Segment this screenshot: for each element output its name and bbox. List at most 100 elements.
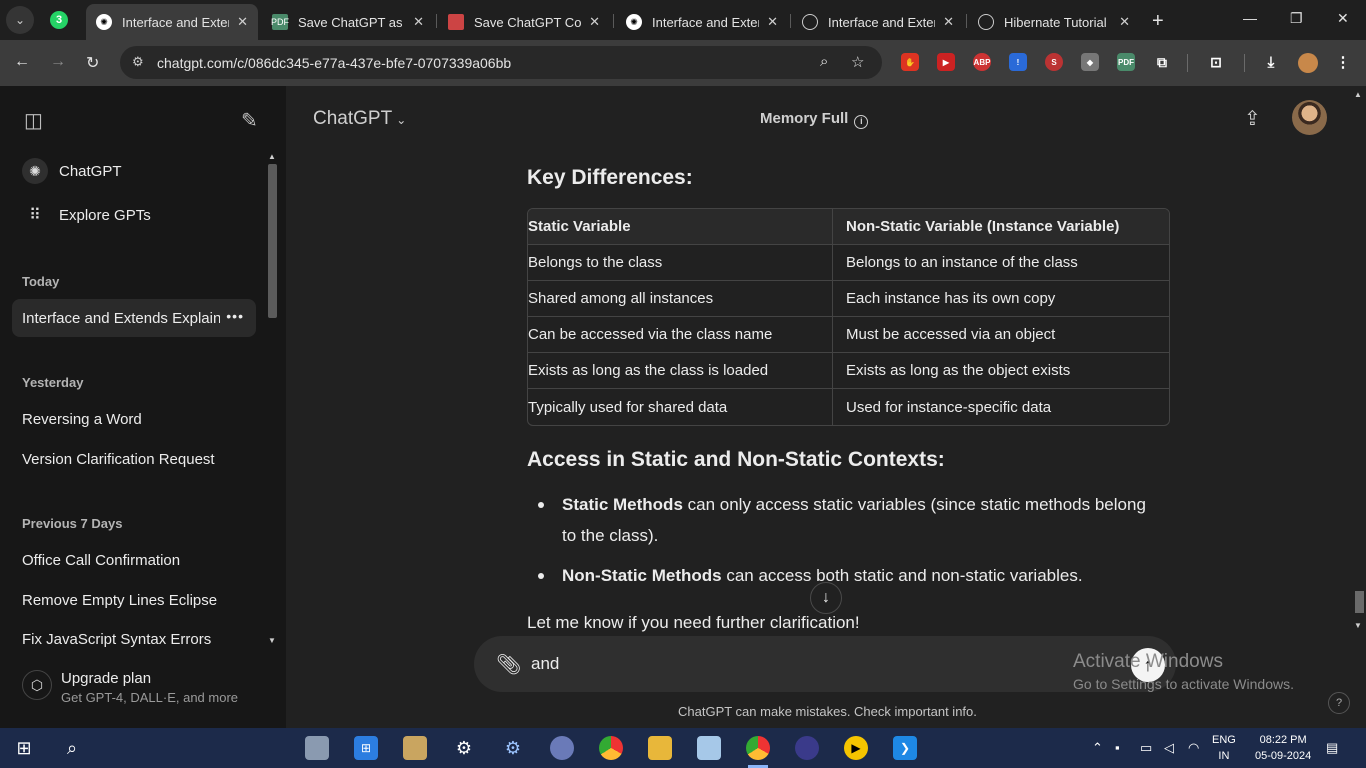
browser-menu-icon[interactable]: ⋮ [1334,53,1352,71]
history-item[interactable]: Version Clarification Request [12,440,256,478]
tab-5[interactable]: Interface and Extends ✕ [792,4,964,40]
model-selector[interactable]: ChatGPT ⌄ [313,108,406,130]
extension-puzzle-grey-icon[interactable]: ◆ [1081,53,1099,71]
browser-profile-avatar[interactable] [1298,53,1318,73]
tab-search-icon[interactable]: ⌄ [6,6,34,34]
history-item[interactable]: Office Call Confirmation [12,541,256,579]
pdf-favicon-icon: PDF [271,14,289,30]
list-item: Non-Static Methods can access both stati… [537,560,1157,591]
prompt-input[interactable]: and [531,654,559,674]
windows-start-icon[interactable]: ⊞ [12,736,36,760]
media-player-icon[interactable]: ▶ [844,736,868,760]
extension-shield-icon[interactable]: S [1045,53,1063,71]
taskbar-app-icon[interactable] [305,736,329,760]
scroll-down-arrow-icon[interactable]: ▼ [268,636,276,645]
extensions-puzzle-icon[interactable]: ⧉ [1153,53,1171,71]
close-tab-icon[interactable]: ✕ [767,14,778,30]
extension-badge-icon[interactable]: ! [1009,53,1027,71]
back-icon[interactable]: ← [14,53,30,71]
taskbar-app-icon[interactable] [403,736,427,760]
url-text[interactable]: chatgpt.com/c/086dc345-e77a-437e-bfe7-07… [157,55,511,71]
new-chat-icon[interactable]: ✎ [241,108,258,133]
whatsapp-pinned-tab-icon[interactable]: 3 [50,11,68,29]
close-tab-icon[interactable]: ✕ [589,14,600,30]
settings-gear-icon[interactable]: ⚙ [452,736,476,760]
notifications-icon[interactable]: ▤ [1326,740,1338,756]
notepad-icon[interactable] [697,736,721,760]
close-tab-icon[interactable]: ✕ [1119,14,1130,30]
share-icon[interactable]: ⇪ [1244,106,1261,131]
sidebar-item-explore-gpts[interactable]: ⠿ Explore GPTs [12,196,256,234]
vscode-icon[interactable]: ❯ [893,736,917,760]
chatgpt-favicon-icon: ✺ [626,14,642,30]
user-avatar[interactable] [1292,100,1327,135]
history-item[interactable]: Remove Empty Lines Eclipse [12,581,256,619]
file-explorer-icon[interactable] [648,736,672,760]
scroll-up-arrow-icon[interactable]: ▲ [268,152,276,161]
sidebar-item-chatgpt[interactable]: ✺ ChatGPT [12,152,256,190]
tab-1[interactable]: ✺ Interface and Extends ✕ [86,4,258,40]
gear-icon[interactable]: ⚙ [501,736,525,760]
tab-6[interactable]: Hibernate Tutorial ✕ [968,4,1140,40]
history-item[interactable]: Reversing a Word [12,400,256,438]
tab-3[interactable]: Save ChatGPT Conversation ✕ [438,4,610,40]
chrome-icon[interactable] [599,736,623,760]
reload-icon[interactable]: ↻ [86,53,99,73]
table-row: Typically used for shared data Used for … [528,389,1169,425]
toggle-sidebar-icon[interactable]: ◫ [24,108,43,133]
close-tab-icon[interactable]: ✕ [237,14,248,30]
new-tab-icon[interactable]: + [1152,10,1164,33]
section-heading: Access in Static and Non-Static Contexts… [527,448,945,471]
language-indicator[interactable]: ENG IN [1212,732,1236,764]
upgrade-plan-button[interactable]: ⬡ Upgrade plan Get GPT-4, DALL·E, and mo… [22,670,238,705]
sidebar-scrollbar-thumb[interactable] [268,164,277,318]
scroll-up-arrow-icon[interactable]: ▲ [1354,90,1362,99]
extension-stop-icon[interactable]: ✋ [901,53,919,71]
attach-paperclip-icon[interactable]: 📎︎ [496,652,521,677]
site-info-icon[interactable]: ⚙ [132,54,144,70]
eclipse-icon[interactable] [795,736,819,760]
system-clock[interactable]: 08:22 PM 05-09-2024 [1255,732,1311,764]
search-icon[interactable]: ⌕ [60,736,84,760]
zoom-icon[interactable]: ⌕ [820,53,828,70]
history-item[interactable]: Fix JavaScript Syntax Errors [12,620,256,658]
table-header-cell: Non-Static Variable (Instance Variable) [832,209,1169,245]
restore-icon[interactable]: ❐ [1290,10,1303,27]
main-scrollbar-thumb[interactable] [1355,591,1364,613]
info-icon[interactable]: i [854,115,869,129]
history-item-selected[interactable]: Interface and Extends Explained ••• [12,299,256,337]
minimize-icon[interactable]: — [1243,10,1257,26]
wifi-icon[interactable]: ◠ [1188,740,1199,756]
history-heading-yesterday: Yesterday [22,375,84,390]
store-icon[interactable]: ⊞ [354,736,378,760]
volume-icon[interactable]: ◁ [1164,740,1174,756]
scroll-to-bottom-button[interactable]: ↓ [810,582,842,614]
close-tab-icon[interactable]: ✕ [413,14,424,30]
forward-icon[interactable]: → [50,53,66,71]
battery-icon[interactable]: ▭ [1140,740,1152,756]
memory-status[interactable]: Memory Full i [760,110,869,129]
extension-adblock-icon[interactable]: ABP [973,53,991,71]
sidebar-scrollbar[interactable]: ▲ ▼ [264,150,282,648]
taskbar-app-icon[interactable] [550,736,574,760]
extension-video-icon[interactable]: ▶ [937,53,955,71]
close-tab-icon[interactable]: ✕ [943,14,954,30]
tab-4[interactable]: ✺ Interface and Extends ✕ [616,4,788,40]
screenshot-icon[interactable]: ⊡ [1207,53,1225,71]
table-row: Can be accessed via the class name Must … [528,317,1169,353]
help-icon[interactable]: ? [1328,692,1350,714]
download-icon[interactable]: ⤓ [1262,53,1280,71]
tray-app-icon[interactable]: ▪ [1115,740,1120,755]
scroll-down-arrow-icon[interactable]: ▼ [1354,621,1362,630]
show-hidden-icons-icon[interactable]: ⌃ [1092,740,1103,756]
extension-pdf-icon[interactable]: PDF [1117,53,1135,71]
omnibox[interactable]: ⚙ chatgpt.com/c/086dc345-e77a-437e-bfe7-… [120,46,882,79]
close-window-icon[interactable]: ✕ [1337,10,1349,27]
message-composer[interactable]: 📎︎ and ↑ [474,636,1176,692]
bookmark-star-icon[interactable]: ☆ [851,53,864,71]
more-options-icon[interactable]: ••• [226,308,244,324]
tab-2[interactable]: PDF Save ChatGPT as PDF ✕ [262,4,434,40]
history-heading-prev7: Previous 7 Days [22,516,123,531]
main-scrollbar[interactable]: ▲ ▼ [1350,86,1366,636]
chrome-active-icon[interactable] [746,736,770,760]
